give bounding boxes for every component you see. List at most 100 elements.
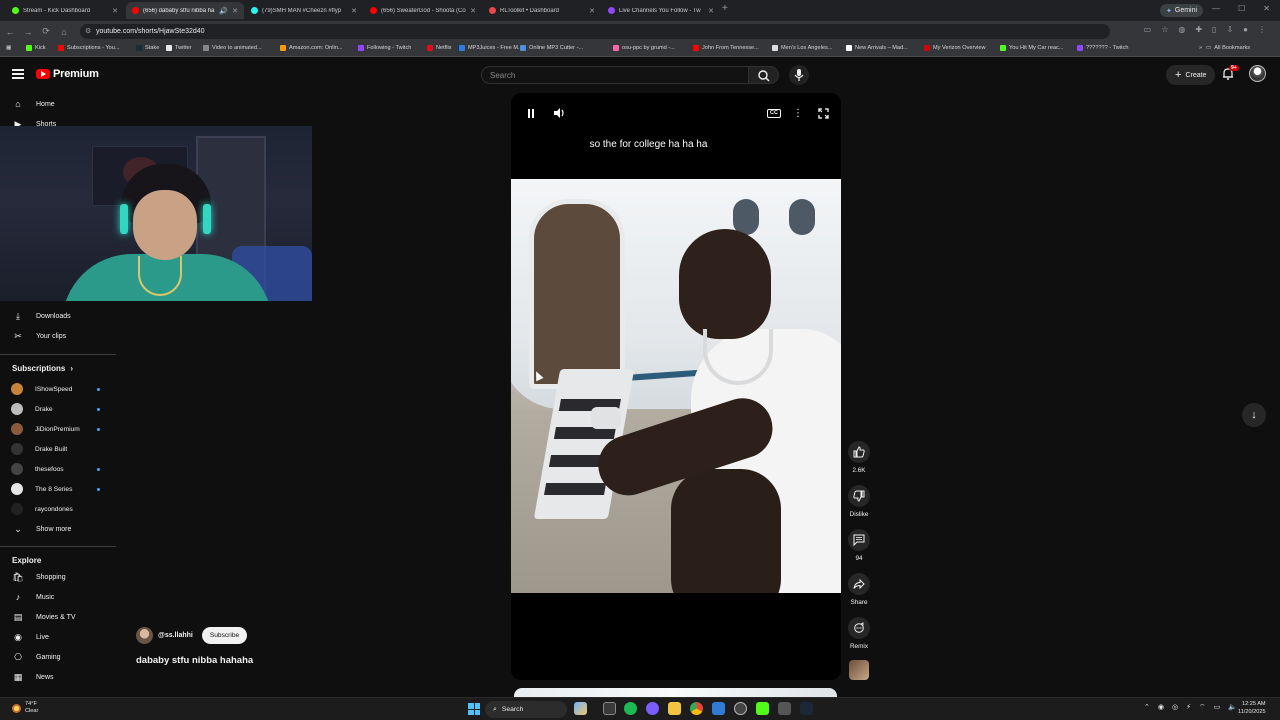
sidebar-item-music[interactable]: ♪ Music bbox=[0, 588, 116, 606]
youtube-logo[interactable]: Premium bbox=[36, 68, 99, 80]
next-short-button[interactable]: ↓ bbox=[1242, 403, 1266, 427]
sidebar-item-home[interactable]: ⌂ Home bbox=[0, 95, 116, 113]
back-icon[interactable]: ← bbox=[2, 27, 18, 37]
address-bar[interactable]: ⚙ youtube.com/shorts/HjawSte32d40 bbox=[80, 24, 1110, 39]
bookmark-item[interactable]: Twitter bbox=[166, 45, 191, 51]
guide-menu-icon[interactable] bbox=[12, 69, 24, 79]
sound-thumbnail[interactable] bbox=[849, 660, 869, 680]
channel-handle[interactable]: @ss.llahhi bbox=[158, 632, 193, 639]
bookmark-item[interactable]: ??????? - Twitch bbox=[1077, 45, 1129, 51]
bookmark-item[interactable]: You Hit My Car reac... bbox=[1000, 45, 1064, 51]
subscriptions-heading[interactable]: Subscriptions › bbox=[12, 364, 73, 373]
search-input[interactable]: Search bbox=[481, 66, 749, 84]
steam-icon[interactable] bbox=[800, 702, 813, 715]
browser-tab[interactable]: (656) SweaterGod - Shoota (Co ✕ bbox=[364, 2, 482, 19]
bookmark-item[interactable]: Kick bbox=[26, 45, 46, 51]
obs-icon[interactable] bbox=[734, 702, 747, 715]
browser-tab[interactable]: RLToolkit • Dashboard ✕ bbox=[483, 2, 601, 19]
new-tab-icon[interactable]: + bbox=[722, 3, 728, 14]
spotify-icon[interactable] bbox=[624, 702, 637, 715]
search-button[interactable] bbox=[749, 66, 779, 84]
browser-menu-icon[interactable]: ⋮ bbox=[1258, 25, 1266, 34]
bookmark-item[interactable]: John From Tennesse... bbox=[693, 45, 759, 51]
forward-icon[interactable]: → bbox=[20, 27, 36, 37]
overflow-chevron-icon[interactable]: » bbox=[1199, 45, 1202, 51]
apps-grid-icon[interactable]: ▦ bbox=[6, 45, 11, 51]
bookmark-item[interactable]: Men's Los Angeles... bbox=[772, 45, 832, 51]
short-title[interactable]: dababy stfu nibba hahaha bbox=[136, 655, 253, 666]
pause-button[interactable] bbox=[524, 106, 538, 120]
bookmark-item[interactable]: Following - Twitch bbox=[358, 45, 411, 51]
profile-icon[interactable]: ● bbox=[1243, 25, 1248, 34]
taskbar-search[interactable]: ⌕ Search bbox=[485, 701, 567, 718]
subscription-item[interactable]: IShowSpeed bbox=[0, 380, 116, 398]
bookmark-item[interactable]: MP3Juices - Free M... bbox=[459, 45, 523, 51]
close-window-icon[interactable]: ✕ bbox=[1263, 4, 1270, 13]
home-icon[interactable]: ⌂ bbox=[56, 27, 72, 37]
display-icon[interactable]: ▭ bbox=[1214, 703, 1221, 712]
close-tab-icon[interactable]: ✕ bbox=[351, 7, 357, 15]
more-options-button[interactable]: ⋮ bbox=[791, 106, 805, 120]
terminal-icon[interactable] bbox=[778, 702, 791, 715]
gemini-button[interactable]: ✦ Gemini bbox=[1160, 4, 1204, 17]
sidebar-item-live[interactable]: ◉ Live bbox=[0, 628, 116, 646]
bookmark-star-icon[interactable]: ☆ bbox=[1161, 25, 1168, 34]
bookmark-item[interactable]: osu-ppc by grumd -... bbox=[613, 45, 675, 51]
shorts-player[interactable]: CC ⋮ so the for college ha ha ha bbox=[511, 93, 841, 680]
tray-app-icon[interactable]: ⚡ bbox=[1186, 703, 1191, 712]
taskbar-clock[interactable]: 12:25 AM 11/20/2025 bbox=[1238, 701, 1266, 716]
dislike-button[interactable]: Dislike bbox=[846, 485, 872, 518]
account-avatar[interactable] bbox=[1249, 65, 1266, 82]
sidebar-item-movies[interactable]: ▤ Movies & TV bbox=[0, 608, 116, 626]
sidebar-item-your-clips[interactable]: ✂ Your clips bbox=[0, 327, 116, 345]
subscription-item[interactable]: raycondones bbox=[0, 500, 116, 518]
widgets-app-icon[interactable] bbox=[574, 702, 587, 715]
bookmark-item[interactable]: My Verizon Overview bbox=[924, 45, 986, 51]
sidebar-item-gaming[interactable]: ⎔ Gaming bbox=[0, 648, 116, 666]
maximize-icon[interactable]: ☐ bbox=[1238, 4, 1245, 13]
extension-icon[interactable]: ◍ bbox=[1178, 25, 1185, 34]
subscribe-button[interactable]: Subscribe bbox=[201, 627, 248, 644]
subscription-item[interactable]: thesefoos bbox=[0, 460, 116, 478]
bookmark-item[interactable]: Online MP3 Cutter -... bbox=[520, 45, 583, 51]
remix-button[interactable]: Remix bbox=[846, 617, 872, 650]
wifi-icon[interactable]: ⌔ bbox=[1199, 703, 1206, 712]
volume-button[interactable] bbox=[552, 106, 566, 120]
bookmark-item[interactable]: New Arrivals – Mad... bbox=[846, 45, 908, 51]
speaker-icon[interactable]: 🔊 bbox=[219, 7, 228, 15]
bookmark-item[interactable]: Video to animated... bbox=[203, 45, 262, 51]
bookmark-item[interactable]: Amazon.com: Onlin... bbox=[280, 45, 342, 51]
show-more-button[interactable]: ⌄ Show more bbox=[0, 520, 116, 538]
puzzle-icon[interactable]: ✚ bbox=[1195, 25, 1202, 34]
subscription-item[interactable]: Drake Built bbox=[0, 440, 116, 458]
reload-icon[interactable]: ⟳ bbox=[38, 26, 54, 37]
browser-tab[interactable]: Live Channels You Follow - Tw ✕ bbox=[602, 2, 720, 19]
close-tab-icon[interactable]: ✕ bbox=[232, 7, 238, 15]
comments-button[interactable]: 94 bbox=[846, 529, 872, 562]
sidebar-item-shopping[interactable]: 🛍 Shopping bbox=[0, 568, 116, 586]
captions-button[interactable]: CC bbox=[767, 106, 781, 120]
photos-app-icon[interactable] bbox=[712, 702, 725, 715]
file-explorer-icon[interactable] bbox=[668, 702, 681, 715]
tray-app-icon[interactable]: ◉ bbox=[1158, 703, 1164, 712]
channel-avatar[interactable] bbox=[136, 627, 153, 644]
tray-app-icon[interactable]: ◎ bbox=[1172, 703, 1178, 712]
video-frame[interactable] bbox=[511, 179, 841, 593]
share-button[interactable]: Share bbox=[846, 573, 872, 606]
sidebar-item-downloads[interactable]: ⤓ Downloads bbox=[0, 307, 116, 325]
like-button[interactable]: 2.6K bbox=[846, 441, 872, 474]
weather-widget[interactable]: 74°F Clear bbox=[12, 701, 38, 715]
task-view-icon[interactable] bbox=[603, 702, 616, 715]
tray-chevron-up-icon[interactable]: ⌃ bbox=[1144, 703, 1150, 712]
subscription-item[interactable]: JiDionPremium bbox=[0, 420, 116, 438]
sidepanel-icon[interactable]: ▯ bbox=[1212, 25, 1216, 34]
bookmark-item[interactable]: Subscriptions - You... bbox=[58, 45, 120, 51]
discord-icon[interactable] bbox=[646, 702, 659, 715]
close-tab-icon[interactable]: ✕ bbox=[589, 7, 595, 15]
browser-tab[interactable]: (79)SMH MAN #Cheezn #flyp ✕ bbox=[245, 2, 363, 19]
install-app-icon[interactable]: ▭ bbox=[1144, 25, 1152, 34]
subscription-item[interactable]: Drake bbox=[0, 400, 116, 418]
windows-start-icon[interactable] bbox=[468, 703, 480, 715]
close-tab-icon[interactable]: ✕ bbox=[470, 7, 476, 15]
create-button[interactable]: + Create bbox=[1166, 65, 1216, 85]
